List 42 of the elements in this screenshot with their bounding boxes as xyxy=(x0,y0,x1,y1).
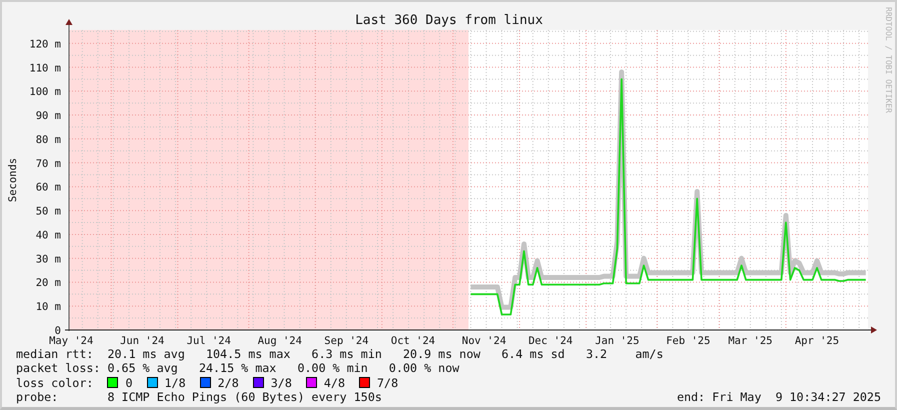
end-time-text: end: Fri May 9 10:34:27 2025 xyxy=(676,390,881,404)
x-tick-label: Nov '24 xyxy=(462,335,506,347)
y-tick-label: 110 m xyxy=(29,62,61,74)
loss-level-label: 2/8 xyxy=(218,376,239,390)
y-tick-label: 20 m xyxy=(36,277,61,290)
loss-level-label: 7/8 xyxy=(377,376,398,390)
y-tick-label: 80 m xyxy=(36,134,61,146)
y-tick-label: 50 m xyxy=(36,206,61,218)
x-tick-label: Oct '24 xyxy=(390,335,436,347)
y-tick-label: 0 xyxy=(54,325,61,337)
loss-level-label: 0 xyxy=(125,376,133,390)
legend-label: loss color: xyxy=(16,376,94,390)
x-tick-label: Aug '24 xyxy=(258,335,302,347)
loss-level-label: 1/8 xyxy=(164,376,186,390)
x-tick-label: May '24 xyxy=(49,335,94,347)
probe-text: 8 ICMP Echo Pings (60 Bytes) every 150s xyxy=(107,390,382,404)
legend-label: probe: xyxy=(16,390,60,404)
y-axis-title: Seconds xyxy=(7,158,19,202)
x-tick-label: Apr '25 xyxy=(794,335,840,347)
y-tick-label: 40 m xyxy=(36,229,61,242)
legend-values: 20.1 ms avg 104.5 ms max 6.3 ms min 20.9 ms now 6.4 ms sd 3.2 am/s xyxy=(107,347,664,362)
legend-label: median rtt: xyxy=(16,347,94,362)
credit-text: RRDTOOL / TOBI OETIKER xyxy=(884,7,893,113)
loss-level-label: 3/8 xyxy=(270,376,292,390)
y-tick-label: 120 m xyxy=(29,38,61,50)
y-tick-label: 70 m xyxy=(36,158,61,170)
x-tick-label: Jun '24 xyxy=(120,335,164,347)
loss-level-label: 4/8 xyxy=(324,376,346,390)
y-tick-label: 60 m xyxy=(36,182,61,194)
legend-label: packet loss: xyxy=(16,361,102,376)
x-tick-label: Dec '24 xyxy=(528,335,573,347)
legend-values: 0.65 % avg 24.15 % max 0.00 % min 0.00 % now xyxy=(107,361,460,376)
x-tick-label: Jan '25 xyxy=(595,335,640,347)
y-tick-label: 30 m xyxy=(36,253,61,266)
x-tick-label: Sep '24 xyxy=(324,335,369,347)
graph-title: Last 360 Days from linux xyxy=(355,13,543,28)
y-tick-label: 10 m xyxy=(36,301,61,314)
x-tick-label: Mar '25 xyxy=(728,335,772,347)
y-tick-label: 100 m xyxy=(29,86,61,98)
x-tick-label: Jul '24 xyxy=(186,335,231,347)
y-tick-label: 90 m xyxy=(36,110,61,122)
x-tick-label: Feb '25 xyxy=(666,335,710,347)
